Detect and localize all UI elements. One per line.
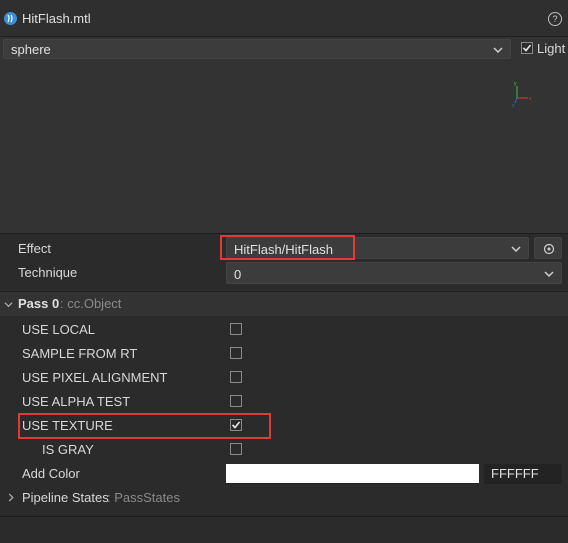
is-gray-checkbox[interactable] [230,443,242,455]
help-icon[interactable]: ? [548,12,562,26]
pass-title: Pass 0 [18,296,60,311]
effect-label: Effect [18,241,52,256]
locate-effect-button[interactable] [534,237,562,259]
pipeline-states-label[interactable]: Pipeline States [22,490,109,505]
mesh-select[interactable]: sphere [3,39,511,59]
check-icon [522,44,532,52]
check-icon [231,421,241,429]
divider [0,516,568,517]
chevron-right-icon[interactable] [7,493,15,502]
pipeline-states-type: : PassStates [107,490,180,505]
add-color-swatch[interactable] [226,464,479,484]
mesh-select-value: sphere [11,42,51,57]
asset-title: HitFlash.mtl [22,11,91,26]
axis-z-label: z [512,103,515,108]
material-preview[interactable] [0,37,568,234]
use-alpha-test-checkbox[interactable] [230,395,242,407]
material-file-icon [4,12,17,25]
technique-label: Technique [18,265,78,280]
chevron-down-icon [511,246,521,253]
technique-select-value: 0 [234,267,242,282]
chevron-down-icon [544,271,554,278]
pass-section-header[interactable]: Pass 0 : cc.Object [0,292,568,316]
use-local-checkbox[interactable] [230,323,242,335]
use-pixel-alignment-checkbox[interactable] [230,371,242,383]
add-color-label: Add Color [22,466,80,481]
prop-label-sample-from-rt: SAMPLE FROM RT [22,346,138,361]
sample-from-rt-checkbox[interactable] [230,347,242,359]
target-icon [543,243,555,255]
prop-label-use-texture: USE TEXTURE [22,418,113,433]
inspector-header: HitFlash.mtl ? [0,0,568,37]
prop-label-use-alpha-test: USE ALPHA TEST [22,394,131,409]
light-label: Light [537,41,566,56]
technique-select[interactable]: 0 [226,262,562,284]
chevron-down-icon [493,47,503,54]
light-checkbox[interactable] [521,42,533,54]
chevron-down-icon [4,302,13,308]
prop-label-use-pixel-alignment: USE PIXEL ALIGNMENT [22,370,168,385]
add-color-hex-input[interactable]: FFFFFF [484,464,562,484]
prop-label-is-gray: IS GRAY [42,442,94,457]
axes-gizmo-icon: y x z [512,81,532,108]
prop-label-use-local: USE LOCAL [22,322,95,337]
effect-highlight [220,235,355,260]
use-texture-checkbox[interactable] [230,419,242,431]
axis-x-label: x [529,96,532,102]
pass-type: : cc.Object [60,296,122,311]
